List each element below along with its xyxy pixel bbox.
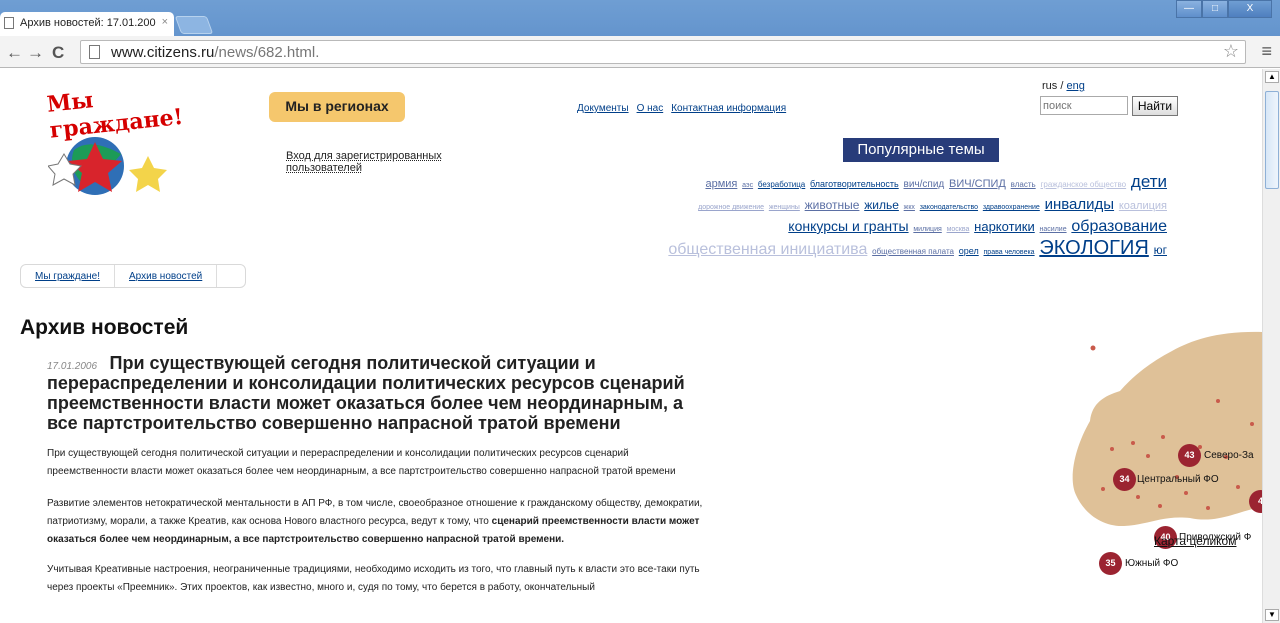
close-window-button[interactable]: X — [1228, 0, 1272, 18]
tag-link[interactable]: жкх — [904, 198, 915, 217]
tag-link[interactable]: здравоохранение — [983, 198, 1040, 217]
region-badge-central[interactable]: 34 — [1113, 468, 1136, 491]
tag-link[interactable]: милиция — [913, 220, 941, 239]
breadcrumb: Мы граждане! Архив новостей — [20, 264, 246, 288]
search-input[interactable] — [1040, 96, 1128, 115]
browser-menu-icon[interactable]: ≡ — [1261, 41, 1272, 62]
tag-link[interactable]: благотворительность — [810, 175, 899, 194]
maximize-button[interactable]: □ — [1202, 0, 1228, 18]
top-navigation: Документы О нас Контактная информация — [577, 103, 786, 114]
region-badge-south[interactable]: 35 — [1099, 552, 1122, 575]
search-button[interactable]: Найти — [1132, 96, 1178, 116]
tab-title: Архив новостей: 17.01.200 — [20, 17, 156, 29]
regions-map[interactable]: 43 Северо-За 34 Центральный ФО 4 40 Прив… — [1068, 317, 1262, 575]
article-date: 17.01.2006 — [47, 361, 98, 372]
url-path: /news/682.html. — [214, 44, 320, 61]
tag-link[interactable]: ЭКОЛОГИЯ — [1039, 238, 1148, 258]
tag-link[interactable]: москва — [947, 220, 970, 239]
window-controls: — □ X — [1176, 0, 1272, 18]
tag-link[interactable]: коалиция — [1119, 197, 1167, 216]
tag-link[interactable]: безработица — [758, 175, 805, 194]
tag-link[interactable]: аэс — [742, 176, 753, 195]
bookmark-star-icon[interactable]: ☆ — [1223, 41, 1239, 62]
nav-about[interactable]: О нас — [637, 103, 664, 114]
tag-link[interactable]: инвалиды — [1045, 195, 1114, 214]
new-tab-button[interactable] — [174, 16, 214, 34]
tag-link[interactable]: жилье — [864, 196, 899, 215]
tag-link[interactable]: наркотики — [974, 217, 1035, 236]
tag-cloud: армия аэс безработица благотворительност… — [648, 172, 1168, 262]
tag-link[interactable]: орел — [959, 242, 979, 261]
tag-link[interactable]: конкурсы и гранты — [788, 217, 908, 236]
lang-separator: / — [1060, 80, 1064, 92]
scroll-up-icon[interactable]: ▲ — [1265, 71, 1279, 83]
tag-link[interactable]: юг — [1154, 241, 1167, 260]
tag-link[interactable]: законодательство — [920, 198, 978, 217]
page-icon — [4, 17, 14, 29]
breadcrumb-home[interactable]: Мы граждане! — [21, 265, 116, 287]
nav-documents[interactable]: Документы — [577, 103, 629, 114]
tag-link[interactable]: права человека — [984, 243, 1035, 262]
language-switcher: rus / eng — [1042, 80, 1085, 92]
tag-link[interactable]: ВИЧ/СПИД — [949, 175, 1006, 194]
login-link[interactable]: Вход для зарегистрированных пользователе… — [286, 150, 456, 174]
region-label-south[interactable]: Южный ФО — [1125, 558, 1178, 569]
close-tab-icon[interactable]: × — [162, 16, 168, 28]
tag-link[interactable]: животные — [805, 196, 860, 215]
scroll-down-icon[interactable]: ▼ — [1265, 609, 1279, 621]
back-icon[interactable]: ← — [6, 43, 23, 63]
regions-button[interactable]: Мы в регионах — [269, 92, 405, 122]
tag-link[interactable]: вич/спид — [904, 175, 945, 194]
page-title: Архив новостей — [20, 316, 189, 339]
article-paragraph-1: При существующей сегодня политической си… — [47, 448, 676, 477]
scroll-thumb[interactable] — [1265, 91, 1279, 189]
full-map-link[interactable]: Карта целиком — [1154, 534, 1236, 548]
lang-ru: rus — [1042, 80, 1058, 92]
tag-link[interactable]: армия — [705, 175, 737, 194]
tag-link[interactable]: гражданское общество — [1040, 175, 1126, 194]
russia-map-shape — [1072, 331, 1262, 527]
site-logo[interactable]: Мы граждане! — [46, 84, 198, 202]
article-headline: При существующей сегодня политической си… — [47, 353, 685, 433]
tag-link[interactable]: образование — [1071, 217, 1167, 236]
reload-icon[interactable]: C — [52, 43, 64, 63]
popular-topics-title: Популярные темы — [843, 138, 999, 162]
tag-link[interactable]: общественная инициатива — [668, 240, 867, 259]
forward-icon[interactable]: → — [27, 43, 44, 63]
minimize-button[interactable]: — — [1176, 0, 1202, 18]
url-host: www.citizens.ru — [111, 44, 215, 61]
address-bar[interactable]: www.citizens.ru/news/682.html. ☆ — [80, 40, 1246, 64]
tag-link[interactable]: власть — [1011, 175, 1036, 194]
browser-tab[interactable]: Архив новостей: 17.01.200 × — [0, 12, 174, 36]
nav-contacts[interactable]: Контактная информация — [671, 103, 786, 114]
tag-link[interactable]: общественная палата — [872, 242, 954, 261]
tag-link[interactable]: женщины — [769, 198, 800, 217]
document-icon — [89, 45, 100, 59]
browser-toolbar: ← → C www.citizens.ru/news/682.html. ☆ ≡ — [0, 36, 1280, 68]
page-scrollbar[interactable]: ▲ ▼ — [1262, 69, 1280, 623]
region-badge-northwest[interactable]: 43 — [1178, 444, 1201, 467]
news-article: 17.01.2006 При существующей сегодня поли… — [47, 354, 712, 597]
article-paragraph-3: Учитывая Креативные настроения, неограни… — [47, 564, 700, 593]
breadcrumb-news-archive[interactable]: Архив новостей — [115, 265, 218, 287]
tag-link[interactable]: дорожное движение — [698, 198, 764, 217]
web-page: Мы граждане! Мы в регионах Вход для заре… — [0, 69, 1262, 623]
lang-en-link[interactable]: eng — [1066, 80, 1084, 92]
region-label-northwest[interactable]: Северо-За — [1204, 450, 1254, 461]
region-label-central[interactable]: Центральный ФО — [1137, 474, 1219, 485]
tag-link[interactable]: дети — [1131, 172, 1167, 191]
article-paragraph-2: Развитие элементов нетократической мента… — [47, 495, 712, 549]
